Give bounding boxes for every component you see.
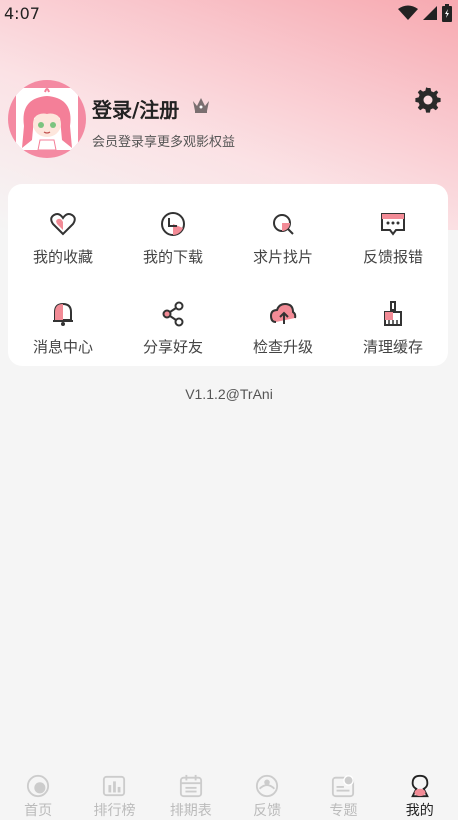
bottom-tab-bar: 首页 排行榜 排期表 反馈 专题 我的 [0, 762, 458, 820]
search-film-icon [273, 214, 294, 235]
status-bar: 4:07 [0, 0, 458, 26]
menu-item-request-film[interactable]: 求片找片 [228, 192, 338, 272]
menu-label: 我的下载 [142, 248, 203, 266]
tab-ranking[interactable]: 排行榜 [76, 762, 152, 820]
menu-label: 分享好友 [142, 338, 203, 356]
menu-item-check-update[interactable]: 检查升级 [228, 282, 338, 362]
feedback-icon [381, 213, 405, 236]
signal-icon [423, 6, 437, 20]
menu-item-downloads[interactable]: 我的下载 [118, 192, 228, 272]
gear-icon[interactable] [414, 86, 442, 114]
status-time: 4:07 [4, 3, 40, 23]
broom-icon [384, 301, 402, 326]
download-icon [161, 212, 185, 236]
share-icon [162, 301, 184, 327]
tab-label: 排行榜 [93, 803, 136, 819]
menu-label: 检查升级 [252, 338, 313, 356]
status-icons [398, 4, 452, 22]
menu-item-favorites[interactable]: 我的收藏 [8, 192, 118, 272]
menu-item-feedback[interactable]: 反馈报错 [338, 192, 448, 272]
profile-icon [410, 774, 429, 798]
upgrade-icon [269, 302, 297, 324]
feedback-tab-icon [256, 774, 279, 798]
tab-label: 首页 [24, 803, 53, 819]
calendar-icon [179, 774, 202, 798]
profile-section: 登录/注册 会员登录享更多观影权益 [8, 80, 450, 160]
tab-home[interactable]: 首页 [0, 762, 76, 820]
tab-label: 我的 [405, 803, 434, 819]
battery-icon [442, 4, 452, 22]
topic-icon [332, 775, 355, 798]
menu-item-share[interactable]: 分享好友 [118, 282, 228, 362]
version-text: V1.1.2@TrAni [185, 386, 273, 402]
tab-feedback[interactable]: 反馈 [229, 762, 305, 820]
login-register-link[interactable]: 登录/注册 [92, 94, 179, 123]
menu-label: 消息中心 [32, 338, 93, 356]
menu-label: 求片找片 [252, 248, 313, 266]
menu-item-clear-cache[interactable]: 清理缓存 [338, 282, 448, 362]
tab-label: 排期表 [169, 803, 212, 819]
tab-label: 专题 [329, 803, 358, 819]
heart-icon [50, 213, 76, 236]
tab-mine[interactable]: 我的 [382, 762, 458, 820]
menu-label: 我的收藏 [32, 248, 93, 266]
ranking-icon [103, 775, 126, 797]
feature-card: 我的收藏 我的下载 求片找片 反馈报错 消息中心 分享好友 检查升级 清理缓存 [8, 184, 448, 366]
wifi-icon [398, 5, 418, 20]
avatar-illustration [16, 88, 78, 151]
menu-label: 清理缓存 [362, 338, 423, 356]
avatar[interactable] [8, 80, 86, 158]
menu-label: 反馈报错 [362, 248, 423, 266]
login-subtitle: 会员登录享更多观影权益 [92, 135, 236, 150]
bell-icon [53, 302, 73, 326]
tab-topics[interactable]: 专题 [305, 762, 381, 820]
home-icon [27, 774, 50, 798]
crown-icon [193, 98, 209, 113]
tab-label: 反馈 [253, 803, 282, 819]
tab-schedule[interactable]: 排期表 [153, 762, 229, 820]
menu-item-messages[interactable]: 消息中心 [8, 282, 118, 362]
